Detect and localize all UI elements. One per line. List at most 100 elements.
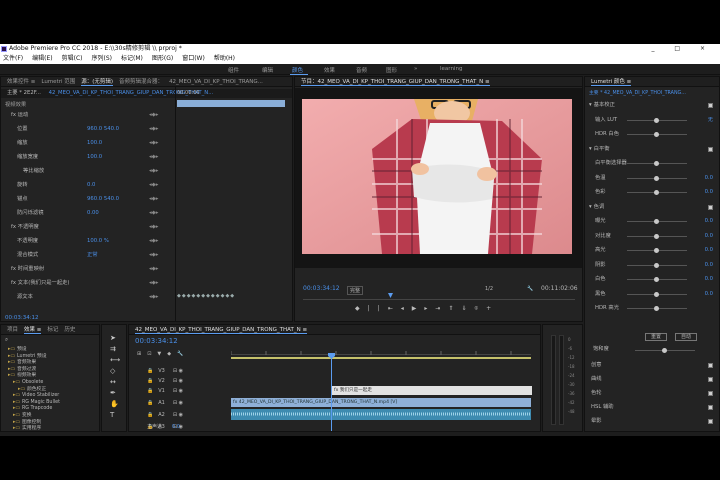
slip-tool-icon[interactable]: ↔: [110, 377, 120, 388]
slider-knob[interactable]: [654, 132, 659, 137]
section-checkbox[interactable]: [708, 391, 713, 396]
track-lock-icon[interactable]: 🔒: [147, 378, 153, 384]
lumetri-slider[interactable]: [627, 277, 687, 282]
lumetri-clip-row[interactable]: 主要 * 42_MEO_VA_DI_KP_THOI_TRANG...: [585, 89, 719, 98]
lumetri-row[interactable]: 色温 0.0: [585, 174, 719, 183]
effect-row-value[interactable]: 960.0 540.0: [87, 125, 119, 134]
keyframe-toggle-icon[interactable]: ◂◆▸: [149, 237, 158, 246]
effect-row[interactable]: fx 不透明度 ◂◆▸: [1, 223, 175, 232]
slider-knob[interactable]: [654, 175, 659, 181]
lumetri-section[interactable]: 创意: [585, 361, 719, 370]
timeline-tab[interactable]: 42_MEO_VA_DI_KP_THOI_TRANG_GIUP_DAN_TRON…: [135, 327, 308, 334]
effect-row[interactable]: fx 运动 ◂◆▸: [1, 111, 175, 120]
effect-controls-tab[interactable]: 效果控件 ≡: [7, 79, 35, 85]
ripple-edit-icon[interactable]: ⟷: [110, 355, 120, 366]
marker-icon[interactable]: ◆: [355, 305, 368, 312]
master-track[interactable]: 主声道 0.0: [147, 423, 229, 431]
workspace-tab[interactable]: 颜色: [292, 66, 303, 74]
workspace-tab[interactable]: learning: [440, 66, 462, 72]
menu-item[interactable]: 剪辑(C): [62, 55, 83, 62]
lumetri-row-value[interactable]: 0.0: [705, 275, 713, 284]
track-toggle-icon[interactable]: ⊟ ◉: [173, 400, 183, 406]
slider-knob[interactable]: [654, 306, 659, 311]
effects-bin-item[interactable]: ▸▭ 实用程序: [1, 425, 99, 431]
lumetri-slider[interactable]: [627, 161, 687, 166]
section-checkbox[interactable]: [708, 204, 713, 210]
out-point-icon[interactable]: |: [378, 305, 388, 312]
track-header[interactable]: 🔒 V1 ⊟ ◉: [147, 387, 229, 396]
lumetri-row[interactable]: 阴影 0.0: [585, 261, 719, 270]
menu-item[interactable]: 图形(G): [152, 55, 173, 62]
lumetri-section[interactable]: HSL 辅助: [585, 403, 719, 412]
type-tool-icon[interactable]: T: [110, 410, 120, 421]
keyframe-toggle-icon[interactable]: ◂◆▸: [149, 279, 158, 288]
razor-icon[interactable]: ◇: [110, 366, 120, 377]
slider-knob[interactable]: [654, 248, 659, 253]
slider-knob[interactable]: [654, 233, 659, 239]
lumetri-row[interactable]: ▾ 色调: [585, 203, 719, 212]
transport-controls[interactable]: ◆||⇤◂▶▸⇥⇑⇓⌾+: [355, 305, 575, 315]
auto-button[interactable]: 自动: [675, 333, 697, 341]
lumetri-row-value[interactable]: 0.0: [705, 246, 713, 255]
workspace-tab[interactable]: 音频: [356, 66, 367, 74]
resolution-dropdown[interactable]: 1/2: [485, 286, 493, 292]
work-area-bar[interactable]: [231, 357, 531, 359]
lumetri-slider[interactable]: [627, 117, 687, 123]
workspace-tab[interactable]: 编辑: [262, 66, 273, 74]
project-tab[interactable]: 历史: [64, 327, 75, 333]
effect-row[interactable]: 不透明度 100.0 % ◂◆▸: [1, 237, 175, 246]
track-header[interactable]: 🔒 V2 ⊟ ◉: [147, 377, 229, 386]
master-track-value[interactable]: 0.0: [172, 424, 180, 430]
lumetri-row[interactable]: 高光 0.0: [585, 246, 719, 255]
saturation-slider[interactable]: [635, 348, 695, 353]
lumetri-row[interactable]: 黑色 0.0: [585, 290, 719, 299]
section-checkbox[interactable]: [708, 405, 713, 410]
effect-row[interactable]: 旋转 0.0 ◂◆▸: [1, 181, 175, 190]
effect-row[interactable]: 源文本 ◂◆▸: [1, 293, 175, 302]
track-toggle-icon[interactable]: ⊟ ◉: [173, 368, 183, 374]
keyframe-diamonds[interactable]: ◆◆◆◆◆◆◆◆◆◆◆◆: [177, 293, 287, 299]
slider-knob[interactable]: [654, 262, 659, 268]
lift-icon[interactable]: ⇑: [448, 305, 461, 312]
lumetri-row[interactable]: 曝光 0.0: [585, 217, 719, 226]
lumetri-slider[interactable]: [627, 233, 687, 239]
lumetri-slider[interactable]: [627, 248, 687, 253]
zoom-dropdown[interactable]: 完整: [347, 286, 364, 295]
program-current-time[interactable]: 00:03:34:12: [303, 285, 340, 292]
lumetri-slider[interactable]: [627, 190, 687, 195]
step-forward-icon[interactable]: ▸: [424, 305, 435, 312]
lumetri-section[interactable]: 色轮: [585, 389, 719, 398]
effect-row[interactable]: 缩放宽度 100.0 ◂◆▸: [1, 153, 175, 162]
menu-item[interactable]: 窗口(W): [182, 55, 205, 62]
lumetri-slider[interactable]: [627, 132, 687, 137]
add-icon[interactable]: +: [486, 305, 499, 312]
lumetri-row[interactable]: HDR 高光: [585, 304, 719, 313]
program-video-frame[interactable]: [302, 99, 572, 254]
track-header[interactable]: 🔒 A1 ⊟ ◉: [147, 399, 229, 408]
lumetri-section[interactable]: 晕影: [585, 417, 719, 426]
section-checkbox[interactable]: [708, 103, 713, 108]
effect-row[interactable]: 混合模式 正常 ◂◆▸: [1, 251, 175, 260]
effect-row-value[interactable]: 0.00: [87, 209, 99, 218]
play-icon[interactable]: ▶: [412, 305, 425, 312]
go-to-out-icon[interactable]: ⇥: [435, 305, 448, 312]
lumetri-section[interactable]: 曲线: [585, 375, 719, 384]
project-tab[interactable]: 效果 ≡: [24, 327, 42, 334]
lumetri-row-value[interactable]: 0.0: [705, 188, 713, 197]
lumetri-row[interactable]: ▾ 白平衡: [585, 145, 719, 154]
keyframe-toggle-icon[interactable]: ◂◆▸: [149, 209, 158, 218]
window-controls[interactable]: _ □ ×: [651, 44, 714, 54]
lumetri-tab[interactable]: Lumetri 颜色 ≡: [591, 79, 632, 86]
keyframe-toggle-icon[interactable]: ◂◆▸: [149, 181, 158, 190]
keyframe-toggle-icon[interactable]: ◂◆▸: [149, 265, 158, 274]
section-checkbox[interactable]: [708, 377, 713, 382]
lumetri-slider[interactable]: [627, 262, 687, 268]
video-clip[interactable]: fx 42_MEO_VA_DI_KP_THOI_TRANG_GIUP_DAN_T…: [231, 398, 531, 407]
menu-item[interactable]: 文件(F): [3, 55, 23, 62]
slider-knob[interactable]: [654, 277, 659, 282]
effect-row[interactable]: fx 时间重映射 ◂◆▸: [1, 265, 175, 274]
keyframe-toggle-icon[interactable]: ◂◆▸: [149, 251, 158, 260]
effect-row-value[interactable]: 0.0: [87, 181, 95, 190]
program-scrubber[interactable]: [303, 293, 575, 300]
lumetri-row-value[interactable]: 0.0: [705, 290, 713, 299]
